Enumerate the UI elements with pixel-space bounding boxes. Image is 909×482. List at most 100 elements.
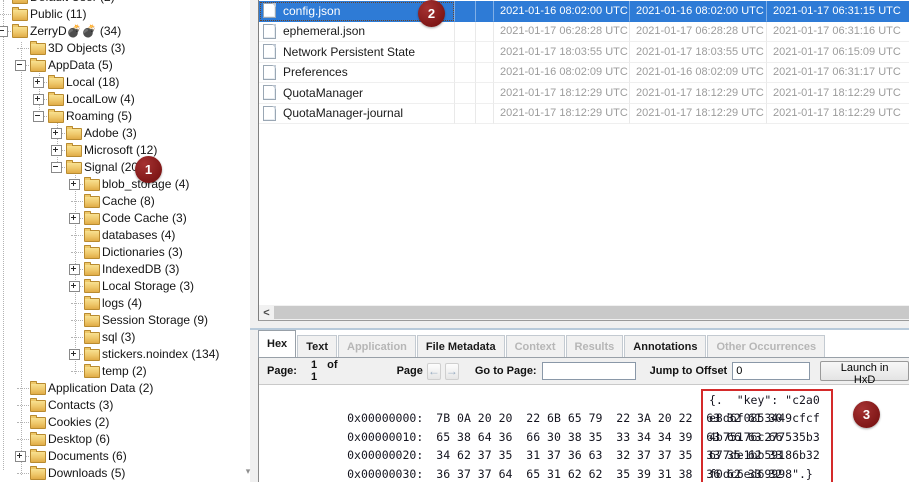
table-row[interactable]: ephemeral.json 2021-01-17 06:28:28 UTC 2… (259, 21, 909, 42)
folder-icon (66, 126, 82, 140)
expander-icon[interactable] (15, 451, 26, 462)
viewer-tab[interactable]: Hex (258, 330, 297, 357)
folder-icon (84, 364, 100, 378)
tree-scroll-down-icon[interactable]: ▾ (240, 464, 256, 480)
modified-time-cell: 2021-01-17 18:12:29 UTC (494, 103, 630, 124)
file-name: QuotaManager (283, 85, 364, 100)
table-row[interactable]: QuotaManager-journal 2021-01-17 18:12:29… (259, 103, 909, 124)
tree-item[interactable]: Downloads (5) (0, 465, 250, 482)
document-icon (263, 105, 276, 121)
folder-icon (30, 41, 46, 55)
tree-item[interactable]: temp (2) (0, 363, 250, 380)
tree-item[interactable]: stickers.noindex (134) (0, 346, 250, 363)
tree-item[interactable]: Local Storage (3) (0, 278, 250, 295)
tree-item[interactable]: Code Cache (3) (0, 210, 250, 227)
tree-item[interactable]: Cookies (2) (0, 414, 250, 431)
tree-item[interactable]: databases (4) (0, 227, 250, 244)
tab-label: Annotations (633, 340, 698, 353)
tree-item[interactable]: Public (11) (0, 6, 250, 23)
launch-hxd-button[interactable]: Launch in HxD (820, 361, 909, 386)
tree-item[interactable]: Desktop (6) (0, 431, 250, 448)
tree-item[interactable]: logs (4) (0, 295, 250, 312)
file-name-cell[interactable]: Preferences (259, 62, 455, 83)
viewer-tab[interactable]: Text (297, 335, 337, 357)
folder-icon (30, 381, 46, 395)
expander-icon[interactable] (0, 26, 8, 37)
horizontal-scrollbar[interactable]: < (259, 305, 909, 320)
viewer-tab[interactable]: Results (565, 335, 624, 357)
score-cell (455, 62, 476, 83)
file-name-cell[interactable]: QuotaManager-journal (259, 103, 455, 124)
table-row[interactable]: Preferences 2021-01-16 08:02:09 UTC 2021… (259, 62, 909, 83)
viewer-tab[interactable]: Application (338, 335, 416, 357)
tree-item[interactable]: LocalLow (4) (0, 91, 250, 108)
goto-page-label: Go to Page: (474, 365, 537, 377)
tree-item[interactable]: Cache (8) (0, 193, 250, 210)
expander-icon[interactable] (69, 281, 80, 292)
viewer-tab[interactable]: Other Occurrences (707, 335, 826, 357)
table-row[interactable]: QuotaManager 2021-01-17 18:12:29 UTC 202… (259, 83, 909, 104)
tree-item[interactable]: Adobe (3) (0, 125, 250, 142)
viewer-tab[interactable]: Annotations (624, 335, 707, 357)
tree-item-label: stickers.noindex (134) (102, 347, 220, 361)
expander-icon[interactable] (33, 94, 44, 105)
tree-item-label: LocalLow (4) (66, 92, 135, 106)
panel-splitter[interactable] (250, 0, 258, 482)
tree-item[interactable]: ZerryD💣💣 (34) (0, 23, 250, 40)
viewer-tab[interactable]: File Metadata (416, 335, 505, 357)
tree-item[interactable]: Local (18) (0, 74, 250, 91)
next-page-button[interactable]: → (444, 362, 459, 380)
table-row[interactable]: Network Persistent State 2021-01-17 18:0… (259, 42, 909, 63)
comment-cell (476, 62, 494, 83)
tree-item[interactable]: 3D Objects (3) (0, 40, 250, 57)
tree-item[interactable]: Documents (6) (0, 448, 250, 465)
change-time-cell: 2021-01-17 18:03:55 UTC (630, 42, 767, 63)
expander-icon[interactable] (51, 162, 62, 173)
jump-offset-input[interactable] (732, 362, 811, 380)
tree-item[interactable]: Microsoft (12) (0, 142, 250, 159)
tree-item[interactable]: Signal (20) (0, 159, 250, 176)
folder-icon (84, 279, 100, 293)
tree-item[interactable]: Application Data (2) (0, 380, 250, 397)
file-table: config.json 2021-01-16 08:02:00 UTC 2021… (259, 0, 909, 124)
expander-icon[interactable] (51, 145, 62, 156)
folder-icon (84, 296, 100, 310)
change-time-cell: 2021-01-16 08:02:09 UTC (630, 62, 767, 83)
tree-item-label: Cookies (2) (48, 415, 110, 429)
expander-icon[interactable] (69, 213, 80, 224)
goto-page-input[interactable] (541, 362, 636, 380)
comment-cell (476, 42, 494, 63)
expander-icon[interactable] (33, 77, 44, 88)
tree-item[interactable]: IndexedDB (3) (0, 261, 250, 278)
expander-icon[interactable] (69, 179, 80, 190)
tree-item[interactable]: blob_storage (4) (0, 176, 250, 193)
previous-page-button[interactable]: ← (426, 362, 441, 380)
tree-item[interactable]: sql (3) (0, 329, 250, 346)
score-cell (455, 83, 476, 104)
tree-item[interactable]: Contacts (3) (0, 397, 250, 414)
file-name-cell[interactable]: QuotaManager (259, 83, 455, 104)
tree-item[interactable]: Roaming (5) (0, 108, 250, 125)
access-time-cell: 2021-01-17 18:12:29 UTC (767, 83, 909, 104)
tree-item[interactable]: AppData (5) (0, 57, 250, 74)
expander-icon[interactable] (51, 128, 62, 139)
scrollbar-thumb[interactable] (274, 306, 909, 319)
expander-icon[interactable] (69, 349, 80, 360)
tree-item[interactable]: Session Storage (9) (0, 312, 250, 329)
file-name-cell[interactable]: Network Persistent State (259, 42, 455, 63)
folder-icon (84, 313, 100, 327)
table-row[interactable]: config.json 2021-01-16 08:02:00 UTC 2021… (259, 1, 909, 22)
file-list-panel: config.json 2021-01-16 08:02:00 UTC 2021… (258, 0, 909, 321)
folder-icon (12, 7, 28, 21)
expander-icon[interactable] (69, 264, 80, 275)
score-cell (455, 103, 476, 124)
tree-item-label: Local Storage (3) (102, 279, 195, 293)
scroll-left-icon[interactable]: < (259, 305, 274, 320)
marker-number: 1 (144, 162, 153, 177)
folder-icon (12, 0, 28, 4)
tab-label: Hex (267, 338, 288, 350)
tree-item[interactable]: Dictionaries (3) (0, 244, 250, 261)
viewer-tab[interactable]: Context (505, 335, 565, 357)
expander-icon[interactable] (33, 111, 44, 122)
expander-icon[interactable] (15, 60, 26, 71)
